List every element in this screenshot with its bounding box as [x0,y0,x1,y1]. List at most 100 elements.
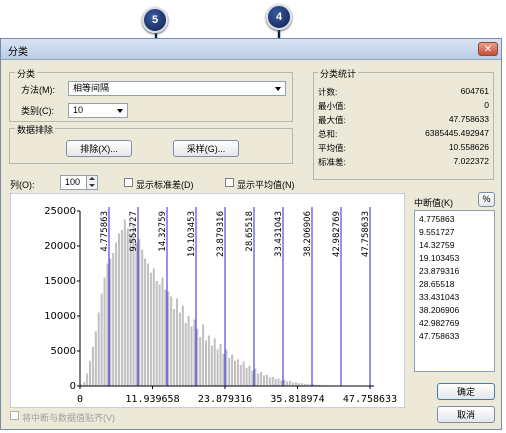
break-item[interactable]: 42.982769 [419,318,459,328]
break-item[interactable]: 33.431043 [419,292,459,302]
histogram-bar [138,239,141,386]
ok-button[interactable]: 确定 [437,383,495,400]
columns-value: 100 [65,177,81,187]
classes-label: 类别(C): [21,106,54,116]
stat-label: 最小值: [318,101,346,111]
breaks-list[interactable]: 4.775863 9.551727 14.32759 19.103453 23.… [414,210,495,372]
histogram-bar [265,374,268,386]
chart-background [10,193,405,408]
callout-badge-4: 4 [266,4,292,30]
x-tick-label: 0 [77,394,83,405]
histogram-bar [213,338,216,386]
histogram-bar [164,289,167,386]
histogram-bar [147,263,150,386]
histogram-bar [245,367,248,386]
stat-value: 6385445.492947 [425,128,489,138]
columns-spinner[interactable]: 100 [60,175,98,190]
break-item[interactable]: 28.65518 [419,279,454,289]
stat-row-min: 最小值: 0 [318,100,492,111]
histogram-bar [106,263,109,386]
histogram-bar [100,293,103,386]
stat-row-std: 标准差: 7.022372 [318,156,492,167]
exclusion-group-label: 数据排除 [15,123,56,136]
histogram-bar [190,326,193,386]
x-tick-label: 11.939658 [125,394,179,405]
break-item[interactable]: 4.775863 [419,214,454,224]
histogram-bar [115,242,118,386]
histogram-bar [286,381,289,386]
histogram-bar [271,376,274,386]
percent-button[interactable]: % [478,192,495,207]
histogram-bar [109,258,112,386]
stat-label: 计数: [318,87,338,97]
histogram-bar [268,377,271,386]
method-value: 相等间隔 [73,83,110,93]
callout-badge-5: 5 [142,7,168,33]
x-tick-label: 23.879316 [198,394,252,405]
show-std-label: 显示标准差(D) [136,180,194,190]
histogram-bar [187,316,190,386]
spinner-arrows-icon[interactable] [86,176,97,189]
y-tick-label: 20000 [44,241,76,252]
break-item[interactable]: 14.32759 [419,240,454,250]
histogram-bar [199,337,202,386]
histogram-chart[interactable]: 4.775863 9.551727 14.32759 19.103453 23.8793… [10,193,405,408]
histogram-bar [161,277,164,386]
y-tick-label: 10000 [44,311,76,322]
histogram-bar [234,360,237,386]
histogram-bar [257,373,260,386]
histogram-bar [207,335,210,386]
histogram-bar [173,309,176,386]
exclude-button[interactable]: 排除(X)... [66,140,132,157]
break-item[interactable]: 23.879316 [419,266,459,276]
histogram-bar [83,381,86,386]
y-tick-label: 0 [70,381,76,392]
break-item[interactable]: 38.206906 [419,305,459,315]
histogram-bar [236,359,239,386]
break-value-label: 42.982769 [332,211,342,257]
break-item[interactable]: 9.551727 [419,227,454,237]
break-value-label: 19.103453 [187,211,197,257]
histogram-bar [205,340,208,386]
cancel-button[interactable]: 取消 [437,406,495,423]
histogram-bar [222,353,225,386]
y-tick-label: 25000 [44,206,76,217]
break-value-label: 14.32759 [158,211,168,252]
columns-label: 列(O): [10,180,35,190]
histogram-bar [263,375,266,386]
show-std-checkbox[interactable] [124,178,133,187]
show-mean-checkbox[interactable] [225,178,234,187]
break-value-label: 47.758633 [361,211,371,257]
show-mean-label: 显示平均值(N) [237,180,295,190]
stat-row-mean: 平均值: 10.558626 [318,142,492,153]
snap-checkbox[interactable] [10,411,19,420]
histogram-bar [277,378,280,386]
histogram-bar [242,361,245,386]
histogram-bar [260,372,263,386]
histogram-bar [280,380,283,386]
histogram-bar [251,370,254,386]
classes-dropdown[interactable]: 10 [68,103,128,118]
histogram-bar [283,379,286,386]
histogram-bar [118,233,121,386]
histogram-bar [167,291,170,386]
x-tick-label: 47.758633 [343,394,397,405]
stat-label: 总和: [318,129,338,139]
stat-label: 最大值: [318,115,346,125]
histogram-bar [196,328,199,386]
stat-value: 7.022372 [453,156,489,166]
stat-value: 10.558626 [448,142,489,152]
histogram-bar [184,323,187,386]
histogram-bar [274,379,277,386]
histogram-bar [149,272,152,386]
close-button[interactable]: ✕ [478,42,498,56]
break-item[interactable]: 19.103453 [419,253,459,263]
break-item[interactable]: 47.758633 [419,331,459,341]
histogram-bar [216,349,219,386]
histogram-bar [141,249,144,386]
method-dropdown[interactable]: 相等间隔 [68,81,286,96]
sample-button[interactable]: 采样(G)... [173,140,239,157]
histogram-bar [103,277,106,386]
histogram-bar [228,358,231,386]
stats-table: 计数: 604761 最小值: 0 最大值: 47.758633 总和: 6385445… [315,86,493,176]
